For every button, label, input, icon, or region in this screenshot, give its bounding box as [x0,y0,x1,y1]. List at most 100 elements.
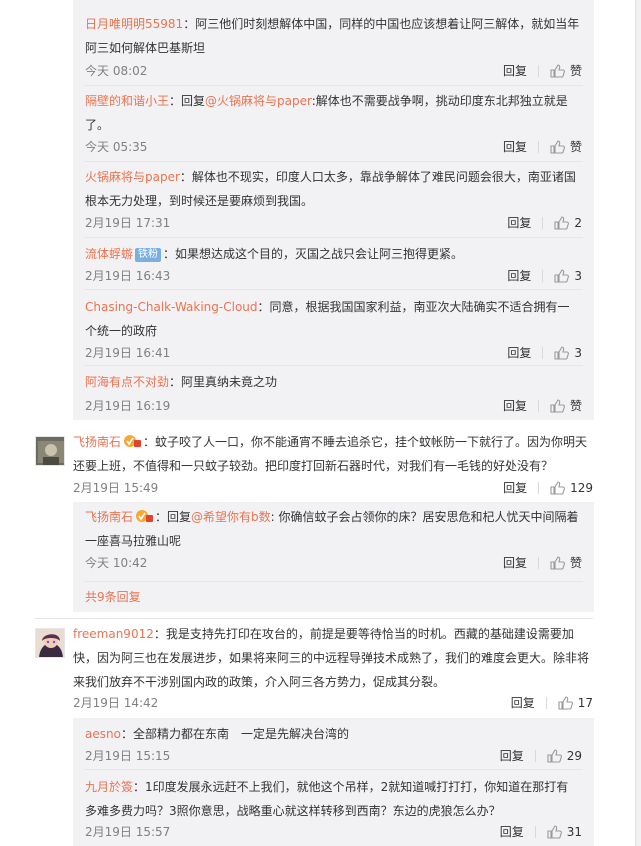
like-count: 3 [574,345,582,360]
reply-panel: aesno：全部精力都在东南 一定是先解决台湾的 2月19日 15:15 回复 … [73,718,594,846]
reply-content: aesno：全部精力都在东南 一定是先解决台湾的 [85,727,349,741]
reply-button[interactable]: 回复 [500,747,524,764]
like-button[interactable]: 赞 [550,62,582,79]
thumbs-up-icon [547,748,562,763]
reply-item: 火锅麻将与paper：解体也不现实，印度人口太多，靠战争解体了难民问题会很大，南… [73,162,594,238]
like-button[interactable]: 3 [554,269,582,283]
divider [84,581,583,582]
reply-button[interactable]: 回复 [503,62,527,79]
like-count: 赞 [569,399,582,413]
reply-actions: 回复 赞 [503,62,582,79]
like-count: 赞 [569,64,582,78]
thumbs-up-icon [554,345,570,360]
timestamp: 2月19日 15:57 [85,825,171,839]
reply-button[interactable]: 回复 [507,344,531,361]
comment-actions: 回复 17 [511,694,593,711]
divider [35,618,593,619]
comment-actions: 回复 129 [503,479,593,496]
reply-content: 火锅麻将与paper：解体也不现实，印度人口太多，靠战争解体了难民问题会很大，南… [85,170,576,208]
like-count: 17 [577,695,593,710]
reply-item: aesno：全部精力都在东南 一定是先解决台湾的 2月19日 15:15 回复 … [73,718,594,770]
user-link[interactable]: 九月於簽 [85,780,133,794]
reply-actions: 回复 31 [500,823,582,840]
user-link[interactable]: 飞扬南石 [85,510,133,524]
like-button[interactable]: 129 [550,481,593,495]
reply-content: 隔壁的和谐小王：回复@火锅麻将与paper:解体也不需要战争啊，挑动印度东北邦独… [85,94,568,132]
reply-content: Chasing-Chalk-Waking-Cloud：同意，根据我国国家利益，南… [85,300,570,338]
timestamp: 2月19日 17:31 [85,216,171,230]
reply-button[interactable]: 回复 [500,823,524,840]
like-button[interactable]: 赞 [550,138,582,155]
like-count: 2 [574,215,582,230]
reply-button[interactable]: 回复 [507,267,531,284]
timestamp: 2月19日 15:15 [85,749,171,763]
reply-item: 日月唯明明55981：阿三他们时刻想解体中国，同样的中国也应该想着让阿三解体，就… [73,0,594,86]
reply-actions: 回复 赞 [503,138,582,155]
reply-actions: 回复 赞 [503,397,582,414]
divider [538,481,540,494]
timestamp: 2月19日 16:41 [85,346,171,360]
like-button[interactable]: 2 [554,216,582,230]
reply-button[interactable]: 回复 [503,554,527,571]
mention-link[interactable]: @火锅麻将与paper [205,94,312,108]
reply-content: 阿海有点不对劲：阿里真纳未竟之功 [85,375,278,389]
like-button[interactable]: 赞 [550,397,582,414]
reply-item: 流体蜉蝣 铁粉 ：如果想达成这个目的，灭国之战只会让阿三抱得更紧。 2月19日 16… [73,238,594,290]
user-link[interactable]: Chasing-Chalk-Waking-Cloud [85,300,258,314]
like-button[interactable]: 赞 [550,554,582,571]
reply-button[interactable]: 回复 [511,694,535,711]
reply-item: 阿海有点不对劲：阿里真纳未竟之功 2月19日 16:19 回复 赞 [73,366,594,420]
mention-link[interactable]: @希望你有b数 [191,510,271,524]
like-button[interactable]: 29 [547,749,582,763]
reply-item: Chasing-Chalk-Waking-Cloud：同意，根据我国国家利益，南… [73,290,594,366]
thumbs-up-icon [550,555,565,570]
like-count: 赞 [569,556,582,570]
like-button[interactable]: 3 [554,346,582,360]
timestamp: 今天 05:35 [85,140,148,154]
user-link[interactable]: 飞扬南石 [73,435,121,449]
divider [537,556,539,569]
reply-actions: 回复 3 [507,344,582,361]
divider [542,346,544,359]
reply-panel: 日月唯明明55981：阿三他们时刻想解体中国，同样的中国也应该想着让阿三解体，就… [73,0,594,420]
vip-icon [123,432,142,447]
like-count: 31 [566,824,582,839]
divider [542,216,544,229]
timestamp: 2月19日 14:42 [73,696,159,710]
avatar[interactable] [35,628,65,658]
user-link[interactable]: 隔壁的和谐小王 [85,94,169,108]
thumbs-up-icon [550,480,566,495]
divider [542,269,544,282]
reply-button[interactable]: 回复 [503,397,527,414]
avatar[interactable] [35,436,65,466]
like-button[interactable]: 17 [558,696,593,710]
comment-content: freeman9012：我是支持先打印在攻台的，前提是要等待恰当的时机。西藏的基… [73,627,590,689]
comment-item: 飞扬南石 ：蚊子咬了人一口，你不能通宵不睡去追杀它，挂个蚊帐防一下就行了。因为你明… [0,424,641,614]
reply-content: 九月於簽：1印度发展永远赶不上我们，就他这个吊样，2就知道喊打打打，你知道在那打… [85,780,569,818]
reply-content: 飞扬南石 ：回复@希望你有b数: 你确信蚊子会占领你的床？居安思危和杞人忧天中间隔… [85,505,580,553]
user-link[interactable]: aesno [85,727,121,741]
more-replies-link[interactable]: 共9条回复 [85,588,141,605]
reply-actions: 回复 赞 [503,554,582,571]
reply-actions: 回复 3 [507,267,582,284]
thumbs-up-icon [554,268,570,283]
reply-item: 九月於簽：1印度发展永远赶不上我们，就他这个吊样，2就知道喊打打打，你知道在那打… [73,770,594,846]
user-link[interactable]: 流体蜉蝣 [85,247,133,261]
divider [537,399,539,412]
reply-button[interactable]: 回复 [503,138,527,155]
reply-button[interactable]: 回复 [503,479,527,496]
user-link[interactable]: 阿海有点不对劲 [85,375,169,389]
timestamp: 2月19日 15:49 [73,481,159,495]
user-link[interactable]: freeman9012 [73,627,154,641]
thumbs-up-icon [550,398,565,413]
comment-item: freeman9012：我是支持先打印在攻台的，前提是要等待恰当的时机。西藏的基… [0,620,641,846]
vip-icon [135,507,154,522]
like-button[interactable]: 31 [547,825,582,839]
thumbs-up-icon [554,215,570,230]
like-count: 3 [574,268,582,283]
user-link[interactable]: 火锅麻将与paper [85,170,180,184]
user-link[interactable]: 日月唯明明55981 [85,17,183,31]
reply-button[interactable]: 回复 [507,214,531,231]
divider [534,749,536,762]
reply-content: 流体蜉蝣 铁粉 ：如果想达成这个目的，灭国之战只会让阿三抱得更紧。 [85,247,464,262]
